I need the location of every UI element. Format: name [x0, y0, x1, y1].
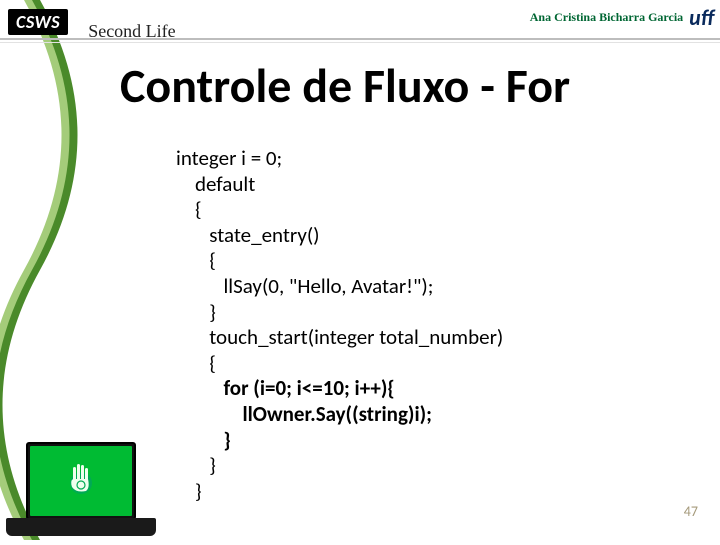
code-block: integer i = 0; default { state_entry() {… — [176, 146, 503, 505]
slide-title: Controle de Fluxo - For — [120, 56, 570, 115]
uff-logo: uff — [689, 4, 714, 31]
second-life-label: Second Life — [88, 21, 175, 42]
hand-icon — [64, 461, 98, 501]
csws-logo: CSWS — [8, 9, 68, 35]
code-line: } — [176, 452, 216, 478]
code-line: } — [176, 478, 202, 504]
code-line-bold: for (i=0; i<=10; i++){ — [176, 375, 395, 401]
code-line: state_entry() — [176, 222, 320, 248]
page-number: 47 — [684, 503, 698, 520]
code-line: default — [176, 171, 255, 197]
code-line: integer i = 0; — [176, 145, 282, 171]
code-line: { — [176, 350, 216, 376]
code-line: touch_start(integer total_number) — [176, 324, 503, 350]
code-line: llSay(0, "Hello, Avatar!"); — [176, 273, 433, 299]
code-line-bold: } — [176, 427, 231, 453]
divider-light — [0, 42, 720, 43]
author-name: Ana Cristina Bicharra Garcia — [530, 10, 683, 25]
code-line-bold: llOwner.Say((string)i); — [176, 401, 432, 427]
laptop-image: LIFE — [0, 410, 160, 540]
code-line: } — [176, 299, 216, 325]
code-line: { — [176, 247, 216, 273]
top-right-group: Ana Cristina Bicharra Garcia uff — [530, 4, 714, 31]
code-line: { — [176, 196, 202, 222]
